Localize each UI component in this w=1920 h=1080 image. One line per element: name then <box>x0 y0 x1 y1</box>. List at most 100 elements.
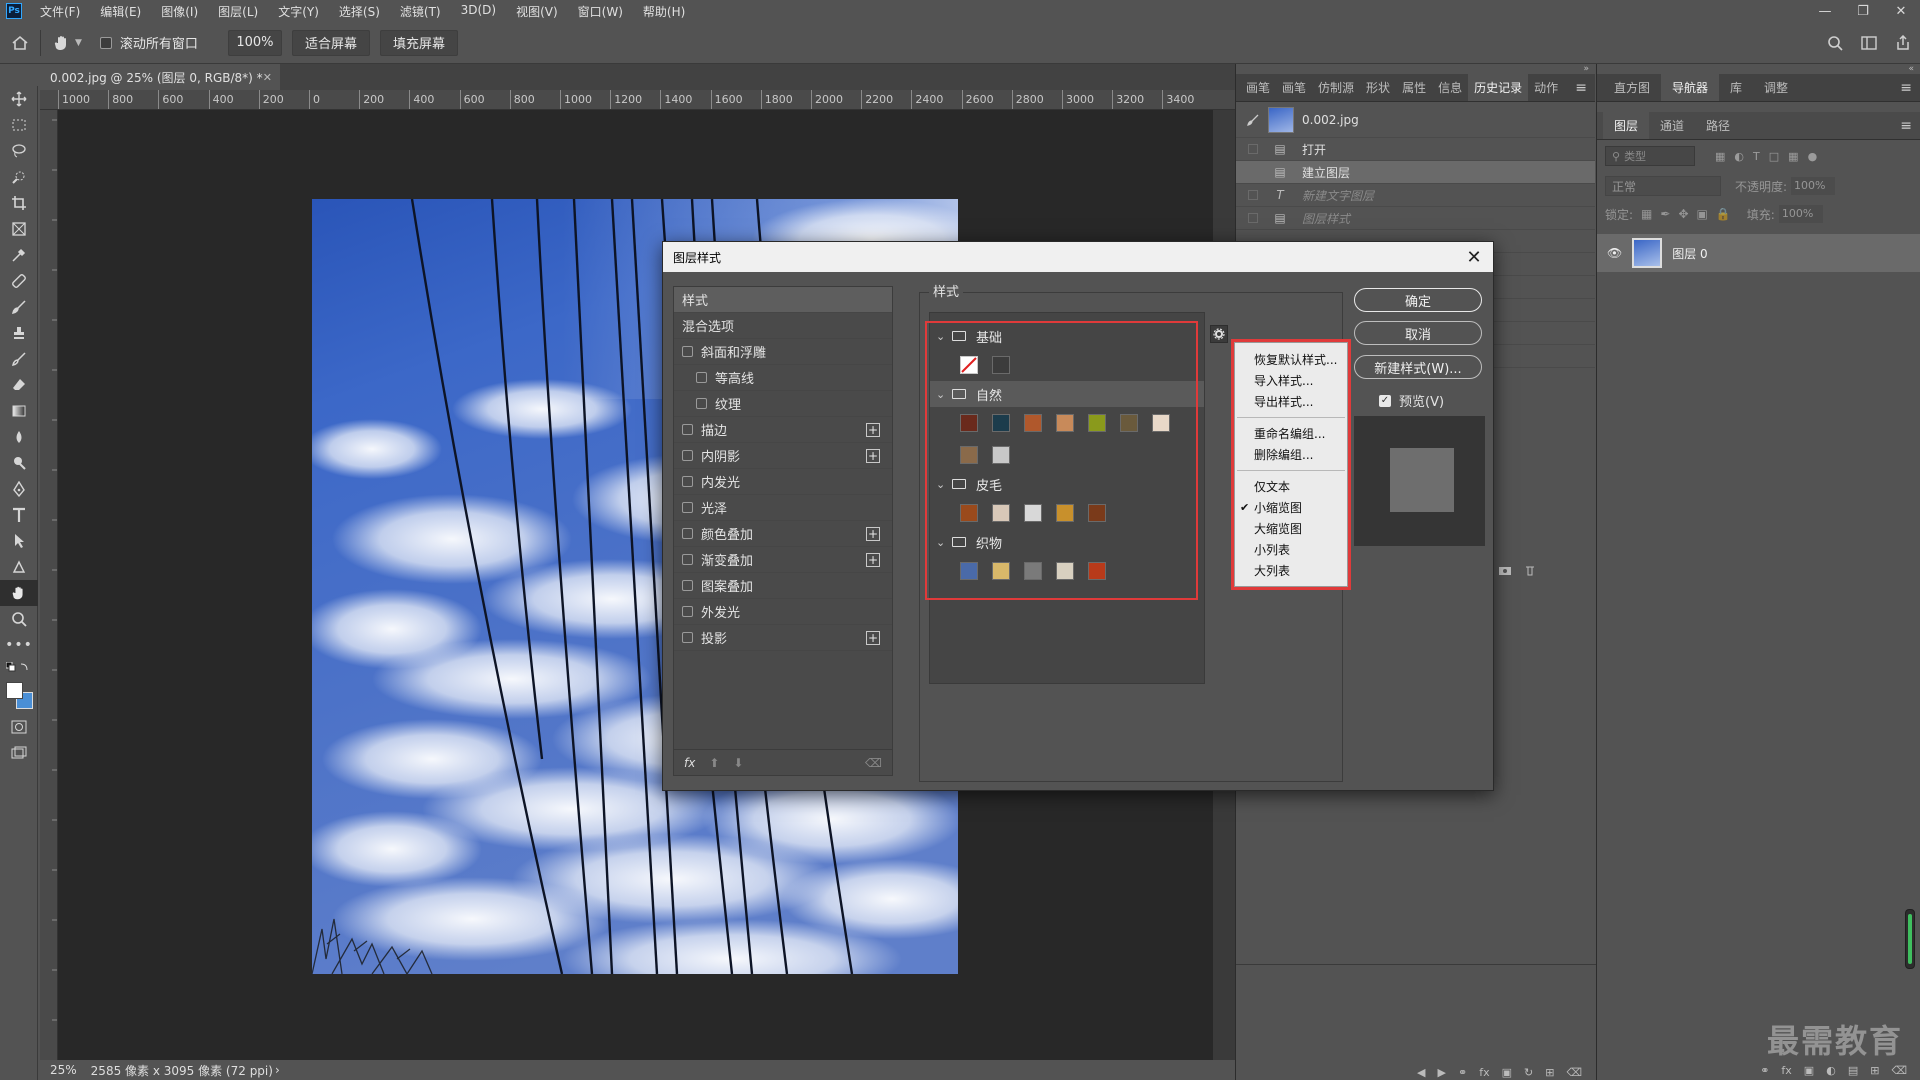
folder-small-icon[interactable]: ▣ <box>1502 1066 1512 1079</box>
style-option-checkbox[interactable] <box>682 476 693 487</box>
style-option-row[interactable]: 外发光 <box>674 599 892 625</box>
history-panel-menu-icon[interactable]: ≡ <box>1575 80 1587 96</box>
style-option-row[interactable]: 内阴影 + <box>674 443 892 469</box>
blend-mode-select[interactable]: 正常 <box>1605 176 1721 196</box>
layers-tab[interactable]: 路径 <box>1695 111 1741 139</box>
layer-filter-field[interactable]: ⚲ 类型 <box>1605 146 1695 166</box>
dodge-tool-icon[interactable] <box>0 450 38 476</box>
preview-toggle[interactable]: ✓ 预览(V) <box>1379 391 1444 410</box>
screen-mode-icon[interactable] <box>0 740 38 766</box>
close-window-icon[interactable]: ✕ <box>1882 0 1920 22</box>
clone-stamp-tool-icon[interactable] <box>0 320 38 346</box>
path-select-tool-icon[interactable] <box>0 528 38 554</box>
style-option-row[interactable]: 投影 + <box>674 625 892 651</box>
style-option-checkbox[interactable] <box>682 580 693 591</box>
quick-mask-icon[interactable] <box>0 714 38 740</box>
navigator-tab[interactable]: 直方图 <box>1603 73 1661 101</box>
filter-shape-icon[interactable]: □ <box>1769 150 1779 163</box>
add-style-icon[interactable]: fx <box>1781 1064 1791 1080</box>
quick-select-tool-icon[interactable] <box>0 164 38 190</box>
history-item[interactable]: ▤ 建立图层 <box>1236 161 1595 184</box>
history-tab[interactable]: 形状 <box>1360 73 1396 101</box>
scrollbar-green-indicator[interactable] <box>1905 909 1915 969</box>
menu-item[interactable]: 编辑(E) <box>90 3 151 20</box>
opacity-field[interactable]: 100% <box>1791 177 1836 195</box>
dialog-title-bar[interactable]: 图层样式 <box>663 242 1493 272</box>
menu-item[interactable]: 图像(I) <box>151 3 208 20</box>
scroll-all-windows-checkbox[interactable] <box>99 36 112 49</box>
fx-small-icon[interactable]: fx <box>1479 1066 1489 1079</box>
navigator-tab[interactable]: 库 <box>1719 73 1753 101</box>
restore-icon[interactable]: ❐ <box>1844 0 1882 22</box>
style-option-row[interactable]: 纹理 <box>674 391 892 417</box>
hand-tool-icon[interactable]: ▼ <box>53 34 82 52</box>
style-option-checkbox[interactable] <box>682 632 693 643</box>
refresh-icon[interactable]: ↻ <box>1524 1066 1533 1079</box>
new-adjust-icon[interactable]: ◐ <box>1826 1064 1836 1080</box>
menu-item[interactable]: 窗口(W) <box>568 3 633 20</box>
style-options-gear-icon[interactable] <box>1210 325 1228 343</box>
history-brush-tool-icon[interactable] <box>0 346 38 372</box>
style-option-row[interactable]: 渐变叠加 + <box>674 547 892 573</box>
filter-smart-icon[interactable]: ▦ <box>1788 150 1798 163</box>
history-tab[interactable]: 画笔 <box>1240 73 1276 101</box>
more-tools-icon[interactable]: ••• <box>0 632 38 658</box>
menu-item[interactable]: 滤镜(T) <box>390 3 451 20</box>
style-option-row[interactable]: 光泽 <box>674 495 892 521</box>
add-effect-plus-icon[interactable]: + <box>866 631 880 645</box>
add-effect-plus-icon[interactable]: + <box>866 423 880 437</box>
new-group-icon[interactable]: ▤ <box>1848 1064 1858 1080</box>
zoom-tool-icon[interactable] <box>0 606 38 632</box>
style-option-checkbox[interactable] <box>696 372 707 383</box>
healing-brush-tool-icon[interactable] <box>0 268 38 294</box>
style-option-checkbox[interactable] <box>682 528 693 539</box>
delete-layer-icon[interactable]: ⌫ <box>1891 1064 1907 1080</box>
menu-item[interactable]: 图层(L) <box>208 3 268 20</box>
history-tab[interactable]: 动作 <box>1528 73 1564 101</box>
style-option-checkbox[interactable] <box>682 346 693 357</box>
shape-tool-icon[interactable] <box>0 554 38 580</box>
share-icon[interactable] <box>1886 35 1920 51</box>
layers-panel-menu-icon[interactable]: ≡ <box>1900 118 1912 134</box>
marquee-tool-icon[interactable] <box>0 112 38 138</box>
eyedropper-tool-icon[interactable] <box>0 242 38 268</box>
history-item[interactable]: ▤ 打开 <box>1236 138 1595 161</box>
layers-tab[interactable]: 图层 <box>1603 111 1650 139</box>
fill-field[interactable]: 100% <box>1778 205 1823 223</box>
style-option-checkbox[interactable] <box>682 450 693 461</box>
move-down-icon[interactable]: ⬇ <box>733 756 743 770</box>
play-back-icon[interactable]: ◀ <box>1417 1066 1425 1079</box>
filter-adjust-icon[interactable]: ◐ <box>1734 150 1744 163</box>
style-option-row[interactable]: 斜面和浮雕 <box>674 339 892 365</box>
snapshot-camera-icon[interactable] <box>1498 564 1512 576</box>
history-step-checkbox[interactable] <box>1248 167 1258 177</box>
menu-item[interactable]: 3D(D) <box>451 3 506 20</box>
history-tab[interactable]: 仿制源 <box>1312 73 1360 101</box>
history-item[interactable]: T 新建文字图层 <box>1236 184 1595 207</box>
filter-type-icon[interactable]: T <box>1753 150 1760 163</box>
menu-item[interactable]: 帮助(H) <box>633 3 695 20</box>
home-icon[interactable] <box>0 35 40 51</box>
navigator-tab[interactable]: 调整 <box>1753 73 1799 101</box>
gradient-tool-icon[interactable] <box>0 398 38 424</box>
add-small-icon[interactable]: ⊞ <box>1545 1066 1554 1079</box>
layers-tab[interactable]: 通道 <box>1649 111 1695 139</box>
add-effect-plus-icon[interactable]: + <box>866 527 880 541</box>
menu-item[interactable]: 选择(S) <box>329 3 390 20</box>
navigator-tab[interactable]: 导航器 <box>1661 73 1720 101</box>
lasso-tool-icon[interactable] <box>0 138 38 164</box>
add-effect-plus-icon[interactable]: + <box>866 449 880 463</box>
close-tab-icon[interactable]: ✕ <box>263 71 272 84</box>
style-option-checkbox[interactable] <box>682 502 693 513</box>
navigator-panel-menu-icon[interactable]: ≡ <box>1900 80 1912 96</box>
link-icon[interactable]: ⚭ <box>1458 1066 1467 1079</box>
crop-tool-icon[interactable] <box>0 190 38 216</box>
delete-effect-icon[interactable]: ⌫ <box>865 756 882 770</box>
history-step-checkbox[interactable] <box>1248 190 1258 200</box>
cancel-button[interactable]: 取消 <box>1354 321 1482 345</box>
style-option-row[interactable]: 样式 <box>674 287 892 313</box>
ok-button[interactable]: 确定 <box>1354 288 1482 312</box>
document-tab[interactable]: 0.002.jpg @ 25% (图层 0, RGB/8*) * ✕ <box>40 64 280 90</box>
default-colors-icon[interactable] <box>0 658 38 678</box>
filter-toggle-icon[interactable]: ● <box>1808 150 1818 163</box>
